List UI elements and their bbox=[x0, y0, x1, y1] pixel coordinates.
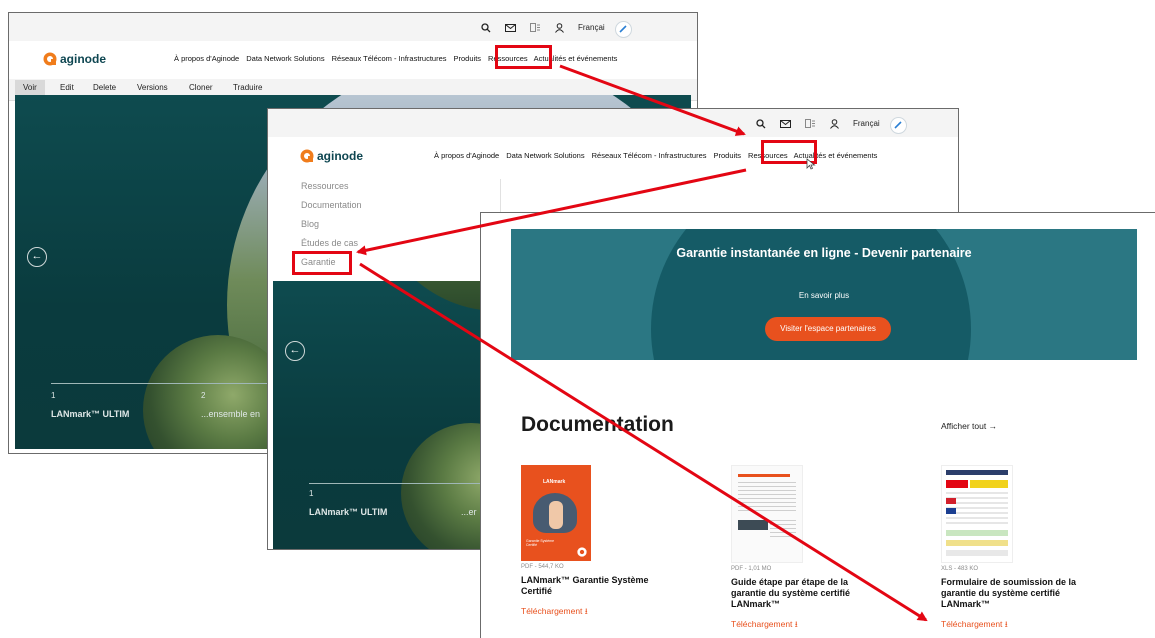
language-selector[interactable]: Françai bbox=[853, 119, 880, 128]
doc-thumbnail-2[interactable] bbox=[731, 465, 803, 563]
doc-card-3[interactable]: XLS - 483 KO Formulaire de soumission de… bbox=[941, 465, 1081, 633]
aginode-logo-icon bbox=[300, 149, 314, 163]
search-icon[interactable] bbox=[756, 118, 766, 129]
logo-text: aginode bbox=[60, 52, 107, 66]
promo-title: Garantie instantanée en ligne - Devenir … bbox=[676, 246, 972, 260]
pencil-icon[interactable] bbox=[889, 117, 907, 134]
thumb-brand-text: LANmark bbox=[543, 479, 566, 485]
doc-title[interactable]: Formulaire de soumission de la garantie … bbox=[941, 577, 1081, 610]
doc-thumbnail-1[interactable]: LANmark Garantie Système Certifié bbox=[521, 465, 591, 561]
highlight-resources-1 bbox=[495, 45, 552, 69]
slide-title-2[interactable]: ...er bbox=[461, 507, 477, 517]
highlight-garantie bbox=[292, 251, 352, 275]
aginode-logo-icon bbox=[43, 52, 57, 66]
doc-card-1[interactable]: LANmark Garantie Système Certifié PDF - … bbox=[521, 465, 661, 620]
mail-icon[interactable] bbox=[505, 23, 516, 32]
tab-edit[interactable]: Edit bbox=[60, 83, 74, 92]
nav-menu: À propos d'Aginode Data Network Solution… bbox=[174, 54, 624, 63]
logo[interactable]: aginode bbox=[43, 52, 106, 66]
download-link[interactable]: Téléchargement ⭳ bbox=[731, 619, 871, 633]
logo[interactable]: aginode bbox=[300, 149, 363, 163]
submenu-item-documentation[interactable]: Documentation bbox=[301, 200, 362, 219]
utility-bar: Françai bbox=[9, 13, 697, 41]
cursor-icon bbox=[806, 158, 816, 170]
thumb-caption-text: Garantie Système Certifié bbox=[526, 539, 555, 547]
slide-title-1[interactable]: LANmark™ ULTIM bbox=[309, 507, 387, 517]
prev-slide-button[interactable]: ← bbox=[285, 341, 305, 361]
nav-item-data-network[interactable]: Data Network Solutions bbox=[506, 151, 584, 160]
tab-cloner[interactable]: Cloner bbox=[189, 83, 213, 92]
partner-space-button[interactable]: Visiter l'espace partenaires bbox=[765, 317, 891, 341]
main-nav: aginode À propos d'Aginode Data Network … bbox=[9, 41, 697, 79]
doc-thumbnail-3[interactable] bbox=[941, 465, 1013, 563]
nav-item-data-network[interactable]: Data Network Solutions bbox=[246, 54, 324, 63]
doc-title[interactable]: LANmark™ Garantie Système Certifié bbox=[521, 575, 661, 597]
utility-bar-2: Françai bbox=[268, 109, 958, 137]
nav-item-telecom[interactable]: Réseaux Télécom - Infrastructures bbox=[332, 54, 447, 63]
user-icon[interactable] bbox=[830, 118, 839, 129]
slide-number-1: 1 bbox=[309, 489, 314, 498]
search-icon[interactable] bbox=[481, 22, 491, 33]
screenshot-3: Garantie instantanée en ligne - Devenir … bbox=[480, 212, 1155, 638]
doc-meta: XLS - 483 KO bbox=[941, 566, 979, 572]
promo-subtitle[interactable]: En savoir plus bbox=[661, 291, 987, 300]
slide-title-1[interactable]: LANmark™ ULTIM bbox=[51, 409, 129, 419]
aginode-logo-icon bbox=[577, 547, 587, 557]
warranty-promo-banner: Garantie instantanée en ligne - Devenir … bbox=[511, 229, 1137, 360]
doc-card-2[interactable]: PDF - 1,01 MO Guide étape par étape de l… bbox=[731, 465, 871, 633]
logo-text: aginode bbox=[317, 149, 364, 163]
slide-title-2[interactable]: ...ensemble en bbox=[201, 409, 260, 419]
nav-item-products[interactable]: Produits bbox=[454, 54, 482, 63]
slide-number-1: 1 bbox=[51, 391, 56, 400]
download-link[interactable]: Téléchargement ⭳ bbox=[941, 619, 1081, 633]
slide-number-2: 2 bbox=[201, 391, 206, 400]
contrast-icon[interactable] bbox=[805, 119, 816, 128]
tab-traduire[interactable]: Traduire bbox=[233, 83, 263, 92]
doc-meta: PDF - 1,01 MO bbox=[731, 566, 772, 572]
view-all-link[interactable]: Afficher tout → bbox=[941, 421, 997, 431]
doc-title[interactable]: Guide étape par étape de la garantie du … bbox=[731, 577, 871, 610]
mail-icon[interactable] bbox=[780, 119, 791, 128]
tab-versions[interactable]: Versions bbox=[137, 83, 168, 92]
prev-slide-button[interactable]: ← bbox=[27, 247, 47, 267]
nav-item-about[interactable]: À propos d'Aginode bbox=[174, 54, 239, 63]
tab-delete[interactable]: Delete bbox=[93, 83, 116, 92]
submenu-item-ressources[interactable]: Ressources bbox=[301, 181, 362, 200]
doc-meta: PDF - 544,7 KO bbox=[521, 564, 564, 570]
documentation-title: Documentation bbox=[521, 413, 674, 436]
download-link[interactable]: Téléchargement ⭳ bbox=[521, 606, 661, 620]
nav-item-products[interactable]: Produits bbox=[714, 151, 742, 160]
contrast-icon[interactable] bbox=[530, 23, 541, 32]
nav-item-about[interactable]: À propos d'Aginode bbox=[434, 151, 499, 160]
pencil-icon[interactable] bbox=[614, 21, 632, 38]
main-nav-2: aginode À propos d'Aginode Data Network … bbox=[268, 137, 958, 179]
nav-item-telecom[interactable]: Réseaux Télécom - Infrastructures bbox=[592, 151, 707, 160]
submenu-item-blog[interactable]: Blog bbox=[301, 219, 362, 238]
language-selector[interactable]: Françai bbox=[578, 23, 605, 32]
user-icon[interactable] bbox=[555, 22, 564, 33]
tab-voir[interactable]: Voir bbox=[15, 80, 45, 95]
